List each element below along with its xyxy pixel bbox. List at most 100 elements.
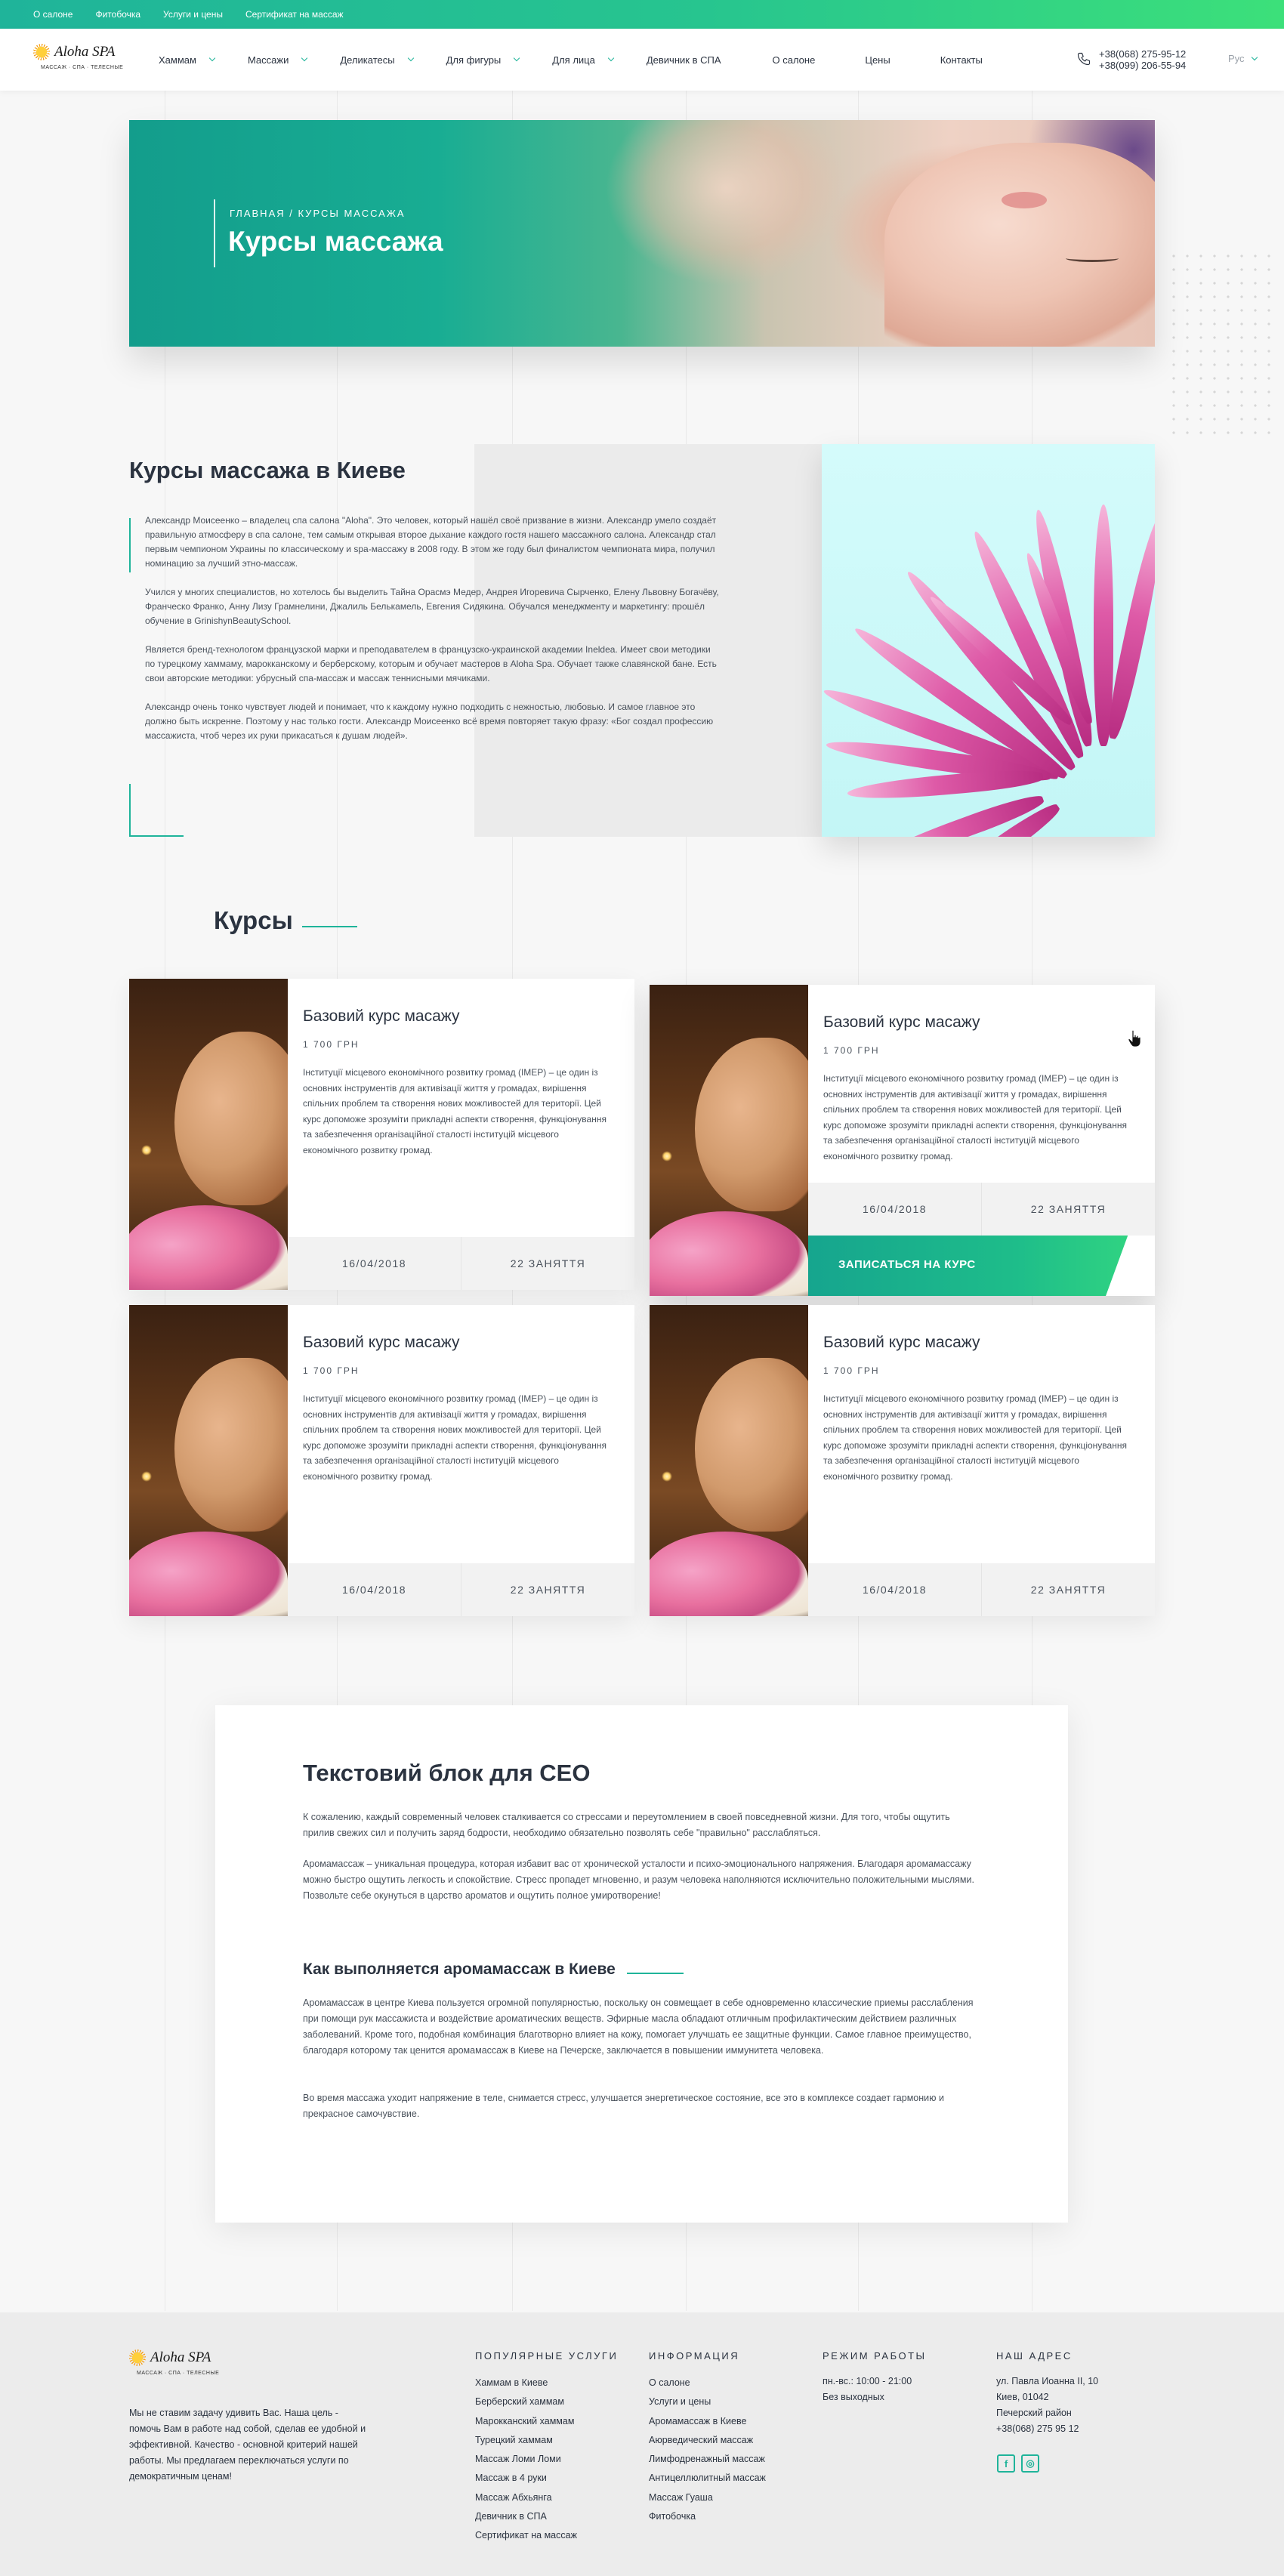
footer-link[interactable]: Лимфодренажный массаж — [649, 2450, 766, 2469]
footer-link[interactable]: Сертификат на массаж — [475, 2526, 618, 2545]
course-description: Інституції місцевого економічного розвит… — [303, 1067, 607, 1155]
course-meta: 16/04/2018 22 ЗАНЯТТЯ — [808, 1183, 1155, 1236]
footer-link[interactable]: Массаж Гуаша — [649, 2488, 766, 2507]
course-lessons: 22 ЗАНЯТТЯ — [461, 1563, 634, 1616]
language-label: Рус — [1228, 53, 1245, 64]
topbar-link-services[interactable]: Услуги и цены — [163, 9, 223, 20]
footer-link[interactable]: Аюрведический массаж — [649, 2431, 766, 2450]
breadcrumb[interactable]: Главная / Курсы массажа — [230, 208, 406, 219]
footer-column-title: ПОПУЛЯРНЫЕ УСЛУГИ — [475, 2350, 619, 2362]
nav-label: Для фигуры — [446, 54, 502, 66]
phone-icon — [1077, 52, 1091, 66]
logo[interactable]: Aloha SPA МАССАЖ · СПА · ТЕЛЕСНЫЕ — [33, 42, 124, 79]
footer-link[interactable]: Марокканский хаммам — [475, 2412, 618, 2431]
nav-item-hammam[interactable]: Хаммам — [159, 54, 216, 66]
hero-image-detail — [1002, 192, 1047, 208]
course-image-flower — [129, 1205, 288, 1290]
nav-label: Цены — [865, 54, 890, 66]
sun-icon — [129, 2349, 146, 2366]
phone-number-1[interactable]: +38(068) 275-95-12 — [1099, 48, 1186, 60]
footer-link[interactable]: Девичник в СПА — [475, 2507, 618, 2526]
footer-link[interactable]: Массаж Абхьянга — [475, 2488, 618, 2507]
footer-column-title: РЕЖИМ РАБОТЫ — [823, 2350, 927, 2362]
course-price: 1 700 ГРН — [303, 1039, 360, 1050]
course-image — [129, 1305, 288, 1616]
course-price: 1 700 ГРН — [823, 1365, 880, 1376]
seo-accent-line — [627, 1973, 684, 1974]
course-card[interactable]: Базовий курс масажу 1 700 ГРН Інституції… — [129, 1305, 634, 1616]
hero-image-detail — [1066, 255, 1119, 262]
topbar-link-about[interactable]: О салоне — [33, 9, 73, 20]
hero-accent-bar — [214, 199, 215, 267]
facebook-icon[interactable]: f — [997, 2454, 1015, 2473]
course-meta: 16/04/2018 22 ЗАНЯТТЯ — [288, 1563, 634, 1616]
course-image — [650, 1305, 808, 1616]
course-card[interactable]: Базовий курс масажу 1 700 ГРН Інституції… — [650, 1305, 1155, 1616]
nav-item-contacts[interactable]: Контакты — [940, 54, 983, 66]
instagram-icon[interactable]: ◎ — [1021, 2454, 1039, 2473]
topbar-link-certificate[interactable]: Сертификат на массаж — [245, 9, 344, 20]
footer-link[interactable]: О салоне — [649, 2374, 766, 2392]
nav-item-bachelorette[interactable]: Девичник в СПА — [647, 54, 721, 66]
footer-logo[interactable]: Aloha SPA МАССАЖ · СПА · ТЕЛЕСНЫЕ — [129, 2348, 220, 2384]
footer-link[interactable]: Массаж Ломи Ломи — [475, 2450, 618, 2469]
footer-link[interactable]: Хаммам в Киеве — [475, 2374, 618, 2392]
course-image-candle — [141, 1145, 152, 1155]
footer-link[interactable]: Фитобочка — [649, 2507, 766, 2526]
nav-item-prices[interactable]: Цены — [865, 54, 890, 66]
about-paragraph: Александр Моисеенко – владелец спа салон… — [145, 515, 717, 569]
course-card-hovered[interactable]: Базовий курс масажу 1 700 ГРН Інституції… — [650, 985, 1155, 1296]
course-title[interactable]: Базовий курс масажу — [303, 1007, 460, 1026]
course-lessons: 22 ЗАНЯТТЯ — [461, 1237, 634, 1290]
courses-accent-line — [302, 926, 357, 927]
footer-address-line: ул. Павла Иоанна II, 10 — [996, 2376, 1099, 2386]
course-image-face — [695, 1358, 808, 1532]
nav-item-face[interactable]: Для лица — [552, 54, 615, 66]
language-selector[interactable]: Рус — [1228, 53, 1258, 64]
footer-address: НАШ АДРЕС ул. Павла Иоанна II, 10 Киев, … — [996, 2350, 1098, 2437]
footer-link[interactable]: Массаж в 4 руки — [475, 2469, 618, 2488]
nav-label: Хаммам — [159, 54, 196, 66]
courses-title: Курсы — [214, 906, 293, 934]
footer-phone[interactable]: +38(068) 275 95 12 — [996, 2421, 1098, 2437]
course-title[interactable]: Базовий курс масажу — [823, 1334, 980, 1352]
footer-hours: РЕЖИМ РАБОТЫ пн.-вс.: 10:00 - 21:00 Без … — [823, 2350, 927, 2405]
about-title: Курсы массажа в Киеве — [129, 457, 406, 483]
flower-image — [822, 444, 1155, 837]
footer-address-line: Киев, 01042 — [996, 2392, 1049, 2402]
header-phones[interactable]: +38(068) 275-95-12 +38(099) 206-55-94 — [1099, 48, 1186, 71]
page-title: Курсы массажа — [228, 226, 443, 257]
footer-link[interactable]: Услуги и цены — [649, 2392, 766, 2411]
course-title[interactable]: Базовий курс масажу — [823, 1013, 980, 1032]
chevron-down-icon — [607, 54, 615, 62]
course-description: Інституції місцевого економічного розвит… — [823, 1393, 1127, 1482]
nav-item-figure[interactable]: Для фигуры — [446, 54, 520, 66]
about-paragraph: Александр очень тонко чувствует людей и … — [145, 702, 714, 741]
footer-link[interactable]: Антицеллюлитный массаж — [649, 2469, 766, 2488]
nav-item-about[interactable]: О салоне — [773, 54, 816, 66]
chevron-down-icon — [301, 54, 308, 62]
course-meta: 16/04/2018 22 ЗАНЯТТЯ — [288, 1237, 634, 1290]
topbar-link-phytobarrel[interactable]: Фитобочка — [95, 9, 140, 20]
logo-tagline: МАССАЖ · СПА · ТЕЛЕСНЫЕ — [137, 2371, 220, 2376]
course-date: 16/04/2018 — [341, 1584, 407, 1596]
course-card[interactable]: Базовий курс масажу 1 700 ГРН Інституції… — [129, 979, 634, 1290]
phone-number-2[interactable]: +38(099) 206-55-94 — [1099, 60, 1186, 71]
nav-item-delicacies[interactable]: Деликатесы — [340, 54, 414, 66]
seo-paragraph: Аромамассаж – уникальная процедура, кото… — [303, 1859, 974, 1901]
enroll-button[interactable]: ЗАПИСАТЬСЯ НА КУРС — [808, 1236, 1155, 1296]
footer-link[interactable]: Берберский хаммам — [475, 2392, 618, 2411]
decorative-corner — [129, 784, 184, 837]
chevron-down-icon — [1251, 54, 1258, 60]
course-image — [650, 985, 808, 1296]
footer-link[interactable]: Аромамассаж в Киеве — [649, 2412, 766, 2431]
enroll-button-label: ЗАПИСАТЬСЯ НА КУРС — [838, 1258, 976, 1271]
hand-cursor-icon — [1128, 1029, 1141, 1047]
about-text: Александр Моисеенко – владелец спа салон… — [145, 514, 719, 757]
course-date: 16/04/2018 — [862, 1203, 928, 1215]
nav-label: Массажи — [247, 54, 289, 66]
course-image-candle — [662, 1151, 672, 1162]
nav-item-massages[interactable]: Массажи — [247, 54, 308, 66]
footer-link[interactable]: Турецкий хаммам — [475, 2431, 618, 2450]
course-title[interactable]: Базовий курс масажу — [303, 1334, 460, 1352]
